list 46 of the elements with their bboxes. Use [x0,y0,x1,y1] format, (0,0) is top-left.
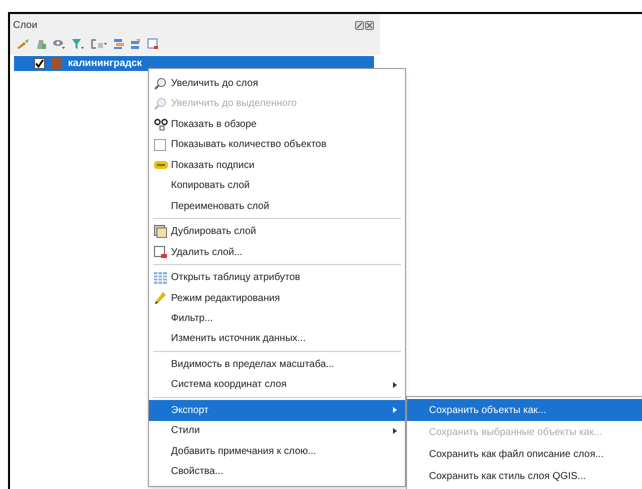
menu-item[interactable]: Стили [149,420,405,442]
close-icon[interactable] [365,21,374,30]
menu-item[interactable]: Добавить примечания к слою... [149,441,405,462]
menu-item[interactable]: Свойства... [149,462,405,482]
menu-item[interactable]: Переименовать слой [149,196,405,216]
float-icon[interactable] [355,21,364,30]
eye-icon[interactable] [52,38,66,50]
expand-all-icon[interactable] [113,38,125,50]
menu-item[interactable]: Показывать количество объектов [149,134,405,155]
submenu-arrow-icon [393,407,397,414]
submenu-item[interactable]: Сохранить объекты как... [407,399,642,421]
menu-item[interactable]: Копировать слой [149,175,405,196]
panel-title: Слои [13,19,38,33]
layer-add-icon[interactable] [35,38,47,50]
table-icon [154,272,167,284]
menu-item[interactable]: Режим редактирования [149,288,405,308]
magnifier-icon [154,76,167,90]
menu-item[interactable]: Показать подписи [149,154,405,176]
layer-checkbox[interactable] [34,58,45,69]
menu-item[interactable]: Система координат слоя [149,374,405,396]
submenu-item[interactable]: Сохранить как стиль слоя QGIS... [407,465,642,487]
glasses-icon [154,118,168,131]
filter-icon[interactable] [71,38,85,50]
menu-item[interactable]: Видимость в пределах масштаба... [149,354,405,375]
delete-layer-icon [154,246,167,259]
menu-item[interactable]: Открыть таблицу атрибутов [149,267,405,288]
label-icon [154,160,168,170]
submenu-arrow-icon [393,428,397,434]
checkbox[interactable] [154,138,166,151]
menu-item[interactable]: Показать в обзоре [149,114,405,134]
duplicate-icon [154,225,167,238]
brush-icon[interactable] [16,38,30,50]
menu-item[interactable]: Изменить источник данных... [149,328,405,350]
menu-item[interactable]: Фильтр... [149,308,405,329]
expression-icon[interactable] [90,38,108,50]
menu-item[interactable]: Удалить слой... [149,242,405,262]
menu-item[interactable]: Увеличить до слоя [149,73,405,94]
layer-name: калининградск [68,57,142,71]
submenu-arrow-icon [393,382,397,388]
remove-layer-icon[interactable] [147,38,159,50]
magnifier-icon [154,97,167,110]
menu-item[interactable]: Экспорт [149,400,405,421]
collapse-all-icon[interactable] [130,38,142,50]
menu-item[interactable]: Дублировать слой [149,221,405,242]
pencil-icon [154,292,166,305]
submenu-item[interactable]: Сохранить как файл описание слоя... [407,443,642,465]
